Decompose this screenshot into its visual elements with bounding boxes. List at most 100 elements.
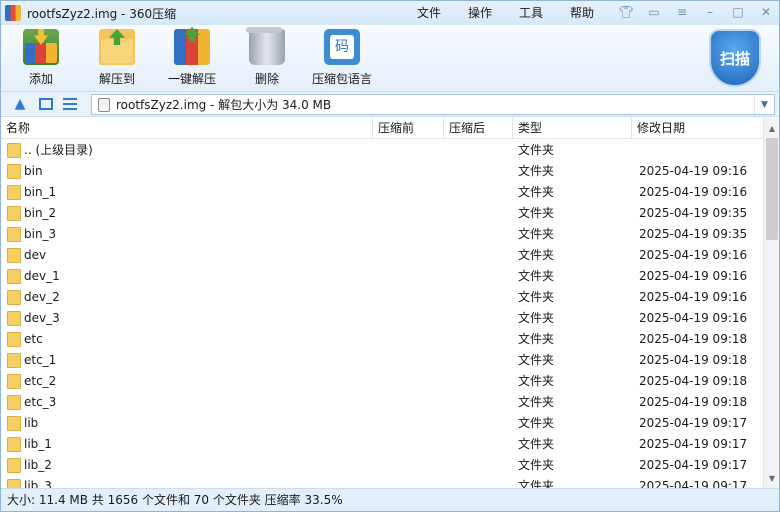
folder-icon: [7, 206, 21, 221]
window-title: rootfsZyz2.img - 360压缩: [27, 6, 177, 21]
table-row[interactable]: bin_1 文件夹 2025-04-19 09:16: [1, 182, 763, 203]
table-row[interactable]: etc 文件夹 2025-04-19 09:18: [1, 329, 763, 350]
folder-icon: [7, 248, 21, 263]
scan-label: 扫描: [719, 49, 750, 68]
scroll-thumb[interactable]: [766, 138, 778, 240]
file-modified: 2025-04-19 09:35: [639, 227, 748, 241]
file-name: dev_1: [24, 269, 60, 283]
title-bar: rootfsZyz2.img - 360压缩 文件 操作 工具 帮助 👕︎ ▭ …: [1, 1, 779, 25]
menu-icon[interactable]: ≡: [673, 4, 691, 20]
folder-icon: [7, 311, 21, 326]
address-bar: ▲ rootfsZyz2.img - 解包大小为 34.0 MB ▼: [1, 91, 779, 117]
file-name: .. (上级目录): [24, 143, 93, 157]
chevron-down-icon[interactable]: ▼: [754, 95, 774, 114]
file-name: etc_3: [24, 395, 57, 409]
menu-file[interactable]: 文件: [417, 1, 441, 25]
table-row[interactable]: bin 文件夹 2025-04-19 09:16: [1, 161, 763, 182]
table-row[interactable]: bin_2 文件夹 2025-04-19 09:35: [1, 203, 763, 224]
path-field[interactable]: rootfsZyz2.img - 解包大小为 34.0 MB ▼: [91, 94, 775, 115]
file-modified: 2025-04-19 09:16: [639, 164, 748, 178]
file-modified: 2025-04-19 09:16: [639, 290, 748, 304]
file-name: dev_2: [24, 290, 60, 304]
file-type: 文件夹: [518, 248, 555, 262]
column-modified[interactable]: 修改日期: [632, 118, 763, 139]
table-row[interactable]: dev 文件夹 2025-04-19 09:16: [1, 245, 763, 266]
table-row[interactable]: etc_3 文件夹 2025-04-19 09:18: [1, 392, 763, 413]
scan-shield-button[interactable]: 扫描: [709, 29, 761, 87]
file-name: dev_3: [24, 311, 60, 325]
add-button[interactable]: 添加: [13, 29, 69, 89]
table-row[interactable]: lib_3 文件夹 2025-04-19 09:17: [1, 476, 763, 488]
menu-operation[interactable]: 操作: [468, 1, 492, 25]
table-row[interactable]: dev_3 文件夹 2025-04-19 09:16: [1, 308, 763, 329]
one-click-extract-button[interactable]: 一键解压: [163, 29, 221, 89]
column-compressed-before[interactable]: 压缩前: [373, 118, 444, 139]
file-list-header: 名称 压缩前 压缩后 类型 修改日期: [1, 118, 763, 139]
list-view-icon[interactable]: [61, 96, 79, 112]
app-window: rootfsZyz2.img - 360压缩 文件 操作 工具 帮助 👕︎ ▭ …: [0, 0, 780, 512]
folder-icon: [7, 185, 21, 200]
menu-help[interactable]: 帮助: [570, 1, 594, 25]
close-icon[interactable]: ✕: [757, 4, 775, 20]
table-row[interactable]: lib_2 文件夹 2025-04-19 09:17: [1, 455, 763, 476]
table-row[interactable]: etc_2 文件夹 2025-04-19 09:18: [1, 371, 763, 392]
path-text: rootfsZyz2.img - 解包大小为 34.0 MB: [116, 98, 332, 112]
folder-icon: [7, 437, 21, 452]
table-row[interactable]: lib_1 文件夹 2025-04-19 09:17: [1, 434, 763, 455]
scroll-up-icon[interactable]: ▲: [764, 120, 780, 136]
file-name: lib: [24, 416, 39, 430]
folder-icon: [7, 290, 21, 305]
skin-icon[interactable]: 👕︎: [617, 4, 635, 20]
file-name: bin_3: [24, 227, 57, 241]
column-compressed-after[interactable]: 压缩后: [444, 118, 513, 139]
encoding-icon: [324, 29, 360, 65]
trash-icon: [246, 27, 285, 65]
file-name: lib_2: [24, 458, 52, 472]
folder-icon: [7, 227, 21, 242]
file-name: bin_1: [24, 185, 57, 199]
folder-icon: [7, 143, 21, 158]
add-archive-icon: [23, 29, 59, 65]
delete-button[interactable]: 删除: [245, 27, 289, 89]
extract-to-button[interactable]: 解压到: [91, 29, 143, 89]
toolbar: 添加 解压到 一键解压 删除 压缩包语言: [1, 25, 779, 91]
status-bar: 大小: 11.4 MB 共 1656 个文件和 70 个文件夹 压缩率 33.5…: [1, 488, 779, 511]
scroll-down-icon[interactable]: ▼: [764, 470, 780, 486]
maximize-icon[interactable]: □: [729, 4, 747, 20]
up-arrow-icon[interactable]: ▲: [11, 96, 29, 112]
file-type: 文件夹: [518, 311, 555, 325]
table-row[interactable]: .. (上级目录) 文件夹: [1, 140, 763, 161]
thumbnail-view-icon[interactable]: [37, 96, 55, 112]
table-row[interactable]: etc_1 文件夹 2025-04-19 09:18: [1, 350, 763, 371]
file-type: 文件夹: [518, 269, 555, 283]
table-row[interactable]: lib 文件夹 2025-04-19 09:17: [1, 413, 763, 434]
folder-icon: [7, 374, 21, 389]
add-label: 添加: [28, 72, 53, 86]
file-modified: 2025-04-19 09:16: [639, 248, 748, 262]
menu-tools[interactable]: 工具: [519, 1, 543, 25]
file-type: 文件夹: [518, 185, 555, 199]
table-row[interactable]: dev_2 文件夹 2025-04-19 09:16: [1, 287, 763, 308]
file-type: 文件夹: [518, 332, 555, 346]
folder-icon: [7, 269, 21, 284]
feedback-icon[interactable]: ▭: [645, 4, 663, 20]
one-click-extract-label: 一键解压: [167, 72, 216, 86]
minimize-icon[interactable]: –: [701, 4, 719, 20]
folder-icon: [7, 395, 21, 410]
file-type: 文件夹: [518, 458, 555, 472]
file-modified: 2025-04-19 09:17: [639, 458, 748, 472]
file-name: bin_2: [24, 206, 57, 220]
folder-icon: [7, 479, 21, 488]
column-name[interactable]: 名称: [1, 118, 373, 139]
delete-label: 删除: [254, 72, 279, 86]
column-type[interactable]: 类型: [513, 118, 632, 139]
file-type: 文件夹: [518, 164, 555, 178]
file-modified: 2025-04-19 09:18: [639, 374, 748, 388]
file-modified: 2025-04-19 09:18: [639, 353, 748, 367]
table-row[interactable]: bin_3 文件夹 2025-04-19 09:35: [1, 224, 763, 245]
file-type: 文件夹: [518, 395, 555, 409]
table-row[interactable]: dev_1 文件夹 2025-04-19 09:16: [1, 266, 763, 287]
vertical-scrollbar[interactable]: ▲ ▼: [763, 118, 779, 488]
file-list: .. (上级目录) 文件夹 bin 文件夹 2025-04-19 09:16 bin_1 文…: [1, 140, 763, 488]
archive-language-button[interactable]: 压缩包语言: [307, 29, 377, 89]
